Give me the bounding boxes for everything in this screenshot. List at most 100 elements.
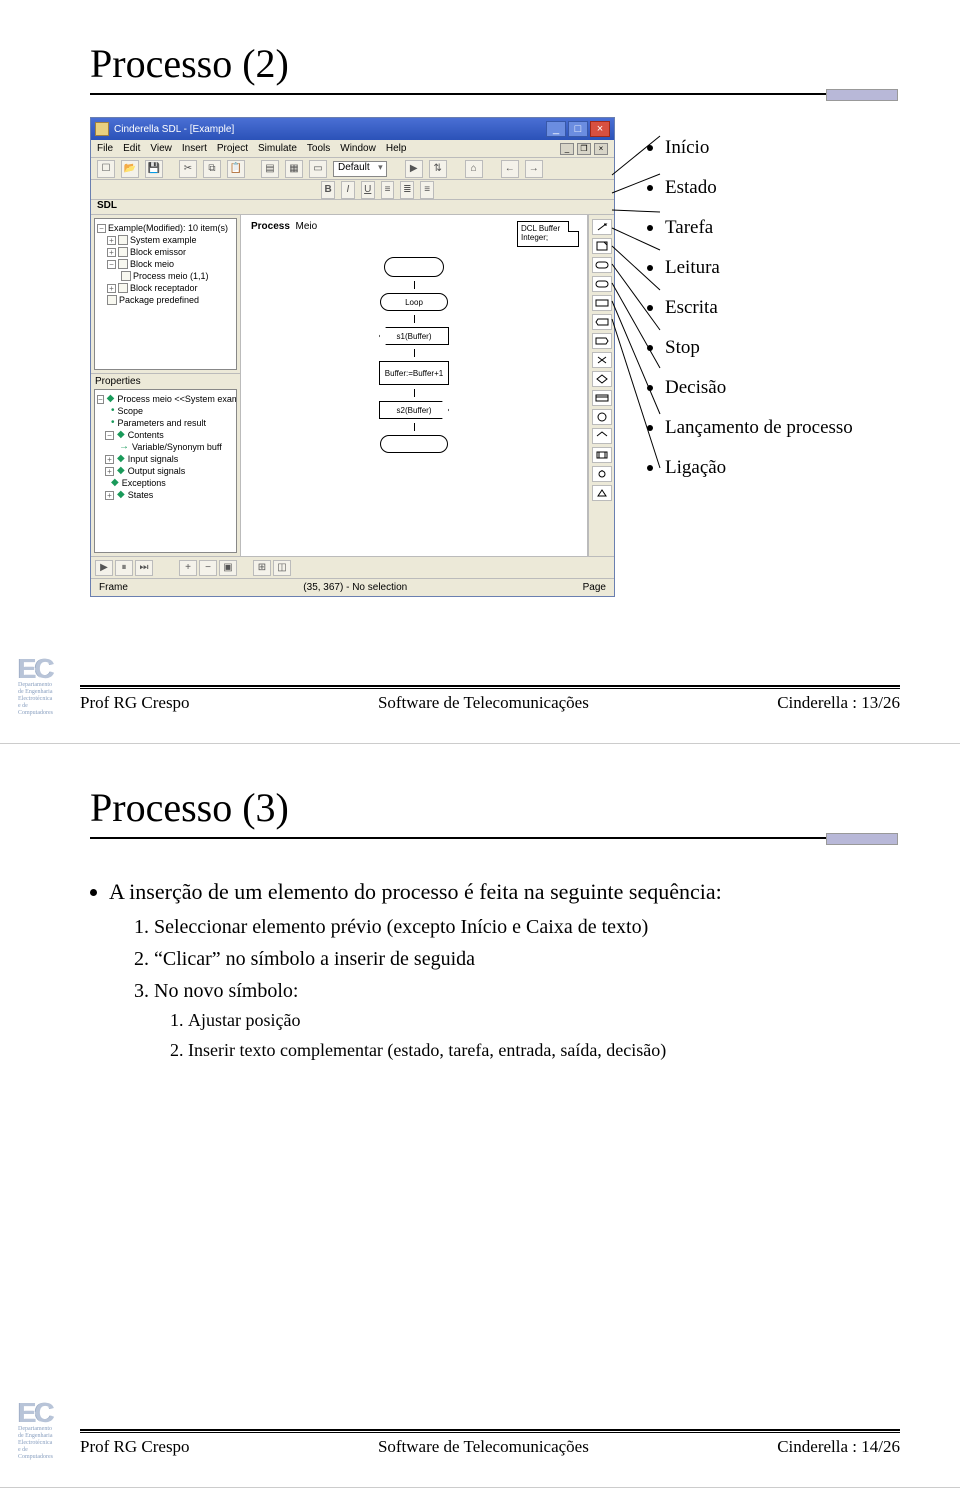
nav-left-button[interactable]: ← (501, 160, 519, 178)
home-button[interactable]: ⌂ (465, 160, 483, 178)
grid-button[interactable]: ⊞ (253, 560, 271, 576)
palette-state-icon[interactable] (592, 276, 612, 292)
align-center-button[interactable]: ≣ (400, 181, 414, 199)
prop-item: +◆Output signals (97, 465, 234, 477)
palette-procedure-icon[interactable] (592, 447, 612, 463)
expand-icon[interactable]: + (105, 455, 114, 464)
palette-input-icon[interactable] (592, 314, 612, 330)
layout2-button[interactable]: ▦ (285, 160, 303, 178)
status-left: Frame (99, 582, 128, 593)
dcl-box[interactable]: DCL Buffer Integer; (517, 221, 579, 247)
collapse-icon[interactable]: − (105, 431, 114, 440)
palette-create-icon[interactable] (592, 390, 612, 406)
copy-button[interactable]: ⧉ (203, 160, 221, 178)
slide-footer: Prof RG Crespo Software de Telecomunicaç… (80, 1429, 900, 1457)
palette-join-icon[interactable] (592, 466, 612, 482)
nav-right-button[interactable]: → (525, 160, 543, 178)
footer-page: Cinderella : 13/26 (777, 693, 900, 713)
align-right-button[interactable]: ≡ (420, 181, 434, 199)
palette-text-icon[interactable] (592, 238, 612, 254)
expand-icon[interactable]: + (107, 236, 116, 245)
prop-item: −◆Contents (97, 429, 234, 441)
footer-author: Prof RG Crespo (80, 1437, 190, 1457)
menu-help[interactable]: Help (386, 143, 407, 154)
collapse-icon[interactable]: − (107, 260, 116, 269)
menu-window[interactable]: Window (340, 143, 376, 154)
expand-icon[interactable]: + (105, 467, 114, 476)
menubar: File Edit View Insert Project Simulate T… (91, 140, 614, 158)
start-symbol[interactable] (384, 257, 444, 277)
zoomin-button[interactable]: + (179, 560, 197, 576)
doc-icon (121, 271, 131, 281)
mdi-minimize-button[interactable]: _ (560, 143, 574, 155)
expand-icon[interactable]: + (107, 248, 116, 257)
tree-button[interactable]: ⇅ (429, 160, 447, 178)
palette-arrow-icon[interactable] (592, 219, 612, 235)
collapse-icon[interactable]: − (97, 395, 104, 404)
cut-button[interactable]: ✂ (179, 160, 197, 178)
task-symbol[interactable]: Buffer:= Buffer+1 (379, 361, 449, 385)
input-symbol[interactable]: s1(Buffer) (379, 327, 449, 345)
left-panel: −Example(Modified): 10 item(s) +System e… (91, 215, 241, 556)
state-symbol[interactable]: Loop (380, 293, 448, 311)
output-symbol[interactable]: s2(Buffer) (379, 401, 449, 419)
palette-start-icon[interactable] (592, 257, 612, 273)
play-button[interactable]: ▶ (95, 560, 113, 576)
window-title: Cinderella SDL - [Example] (114, 124, 234, 135)
zoomout-button[interactable]: − (199, 560, 217, 576)
menu-insert[interactable]: Insert (182, 143, 207, 154)
state-symbol-2[interactable] (380, 435, 448, 453)
palette-stop-icon[interactable] (592, 352, 612, 368)
palette-misc-icon[interactable] (592, 485, 612, 501)
page-button[interactable]: ▭ (309, 160, 327, 178)
canvas-area[interactable]: Process Meio DCL Buffer Integer; Loop s1… (241, 215, 588, 556)
expand-icon[interactable]: + (107, 284, 116, 293)
menu-view[interactable]: View (150, 143, 172, 154)
step-button[interactable]: ⏭ (135, 560, 153, 576)
new-button[interactable]: ☐ (97, 160, 115, 178)
align-left-button[interactable]: ≡ (381, 181, 395, 199)
minimize-button[interactable]: _ (546, 121, 566, 137)
run-button[interactable]: ▶ (405, 160, 423, 178)
mdi-close-button[interactable]: × (594, 143, 608, 155)
palette-output-icon[interactable] (592, 333, 612, 349)
underline-button[interactable]: U (361, 181, 375, 199)
palette-else-icon[interactable] (592, 428, 612, 444)
tree-view[interactable]: −Example(Modified): 10 item(s) +System e… (94, 218, 237, 370)
layout-button[interactable]: ▤ (261, 160, 279, 178)
menu-file[interactable]: File (97, 143, 113, 154)
close-button[interactable]: × (590, 121, 610, 137)
tree-item: +Block receptador (97, 282, 234, 294)
collapse-icon[interactable]: − (97, 224, 106, 233)
tree-item: Package predefined (97, 294, 234, 306)
italic-button[interactable]: I (341, 181, 355, 199)
titlebar: Cinderella SDL - [Example] _ □ × (91, 118, 614, 140)
menu-tools[interactable]: Tools (307, 143, 330, 154)
maximize-button[interactable]: □ (568, 121, 588, 137)
footer-course: Software de Telecomunicações (378, 1437, 589, 1457)
expand-icon[interactable]: + (105, 491, 114, 500)
properties-view[interactable]: −◆Process meio <<System exam •Scope •Par… (94, 389, 237, 553)
title-underline (90, 93, 890, 107)
save-button[interactable]: 💾 (145, 160, 163, 178)
snap-button[interactable]: ◫ (273, 560, 291, 576)
fit-button[interactable]: ▣ (219, 560, 237, 576)
style-combo[interactable]: Default (333, 161, 387, 177)
callout-estado: Estado (647, 177, 853, 199)
callout-leitura: Leitura (647, 257, 853, 279)
tree-item: +Block emissor (97, 246, 234, 258)
mdi-restore-button[interactable]: ❐ (577, 143, 591, 155)
workarea: −Example(Modified): 10 item(s) +System e… (91, 215, 614, 556)
canvas-title: Process Meio (251, 221, 317, 232)
menu-project[interactable]: Project (217, 143, 248, 154)
menu-simulate[interactable]: Simulate (258, 143, 297, 154)
palette-connector-icon[interactable] (592, 409, 612, 425)
bold-button[interactable]: B (321, 181, 335, 199)
open-button[interactable]: 📂 (121, 160, 139, 178)
logo-text: EC (18, 1400, 76, 1426)
palette-task-icon[interactable] (592, 295, 612, 311)
paste-button[interactable]: 📋 (227, 160, 245, 178)
pause-button[interactable]: ⏸ (115, 560, 133, 576)
menu-edit[interactable]: Edit (123, 143, 140, 154)
palette-decision-icon[interactable] (592, 371, 612, 387)
